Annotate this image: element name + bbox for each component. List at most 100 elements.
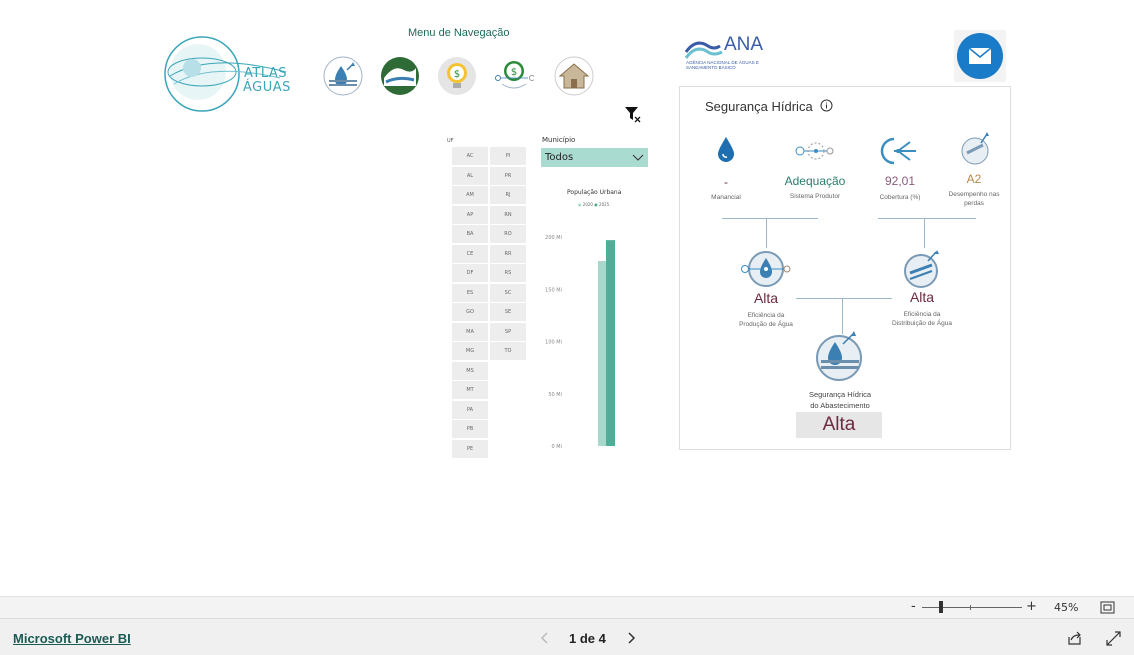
chart-legend: ● 2020 ● 2025 (578, 202, 610, 207)
bar-2025[interactable] (606, 240, 615, 446)
producao-label-line1: Eficiência da (747, 312, 785, 319)
uf-option-am[interactable]: AM (452, 186, 488, 204)
fit-to-page-icon[interactable] (1100, 601, 1115, 614)
logo-text-atlas: ATLAS (244, 66, 288, 81)
distribution-efficiency-icon (904, 250, 939, 288)
landscape-icon[interactable] (380, 56, 420, 96)
zoom-slider-tick (970, 605, 971, 610)
chevron-down-icon (632, 154, 644, 161)
fullscreen-icon[interactable] (1106, 631, 1121, 646)
uf-option-rr[interactable]: RR (490, 244, 526, 263)
uf-option-pa[interactable]: PA (452, 400, 488, 419)
manancial-label: Manancial (711, 194, 741, 201)
uf-option-rj[interactable]: RJ (490, 186, 526, 204)
production-system-icon (795, 142, 834, 160)
uf-option-pi[interactable]: PI (490, 147, 526, 165)
uf-option-mg[interactable]: MG (452, 342, 488, 360)
zoom-slider-track[interactable] (922, 607, 1022, 608)
municipio-dropdown[interactable]: Todos (541, 148, 648, 167)
uf-option-pb[interactable]: PB (452, 420, 488, 438)
municipio-value: Todos (545, 152, 574, 163)
uf-option-sc[interactable]: SC (490, 283, 526, 302)
perdas-label: Desempenho nas perdas (944, 190, 1004, 208)
cobertura-value: 92,01 (884, 174, 916, 188)
info-icon[interactable] (820, 99, 833, 112)
zoom-out-button[interactable]: - (911, 599, 916, 614)
y-tick-label: 0 Mi (552, 444, 562, 450)
svg-text:$: $ (454, 69, 460, 80)
ana-name: ANA (724, 34, 764, 55)
water-security-icon (816, 331, 862, 381)
uf-option-ac[interactable]: AC (452, 147, 488, 165)
connector-line (796, 298, 892, 299)
zoom-level: 45% (1054, 601, 1079, 614)
adequacao-value: Adequação (784, 174, 846, 188)
uf-option-ba[interactable]: BA (452, 225, 488, 243)
connector-line (878, 218, 976, 219)
share-icon[interactable] (1067, 631, 1082, 646)
zoom-in-button[interactable]: + (1026, 599, 1037, 614)
distribuicao-label-line2: Distribuição de Água (892, 320, 952, 327)
uf-option-ce[interactable]: CE (452, 244, 488, 263)
mail-icon (957, 33, 1003, 79)
nav-menu-title: Menu de Navegação (408, 27, 510, 39)
footer-bar: Microsoft Power BI 1 de 4 (0, 618, 1134, 655)
uf-option-ms[interactable]: MS (452, 361, 488, 380)
y-tick-label: 100 Mi (545, 340, 562, 346)
distribuicao-value: Alta (909, 289, 935, 305)
uf-option-se[interactable]: SE (490, 303, 526, 321)
perdas-label-line2: perdas (964, 200, 984, 207)
producao-label: Eficiência da Produção de Água (720, 311, 812, 329)
connector-line (722, 218, 818, 219)
production-efficiency-icon (741, 251, 791, 287)
money-network-icon[interactable]: $ (494, 56, 534, 96)
uf-option-al[interactable]: AL (452, 166, 488, 185)
page-indicator: 1 de 4 (569, 631, 606, 646)
panel-title: Segurança Hídrica (705, 99, 813, 114)
connector-line (766, 218, 767, 248)
previous-page-icon[interactable] (540, 632, 550, 644)
house-icon[interactable] (554, 56, 594, 96)
next-page-icon[interactable] (626, 632, 636, 644)
water-drop-icon (718, 137, 734, 162)
abastecimento-value: Alta (796, 412, 882, 438)
abastecimento-label-line1: Segurança Hídrica (808, 390, 872, 399)
uf-option-pe[interactable]: PE (452, 439, 488, 458)
uf-option-ap[interactable]: AP (452, 205, 488, 224)
logo-text-aguas: ÁGUAS (243, 80, 291, 95)
zoom-slider-thumb[interactable] (939, 601, 943, 613)
connector-line (924, 218, 925, 248)
uf-option-to[interactable]: TO (490, 342, 526, 360)
abastecimento-label-line2: do Abastecimento (810, 401, 870, 410)
zoom-bar: - + 45% (0, 596, 1134, 618)
water-security-icon[interactable] (323, 56, 363, 96)
coverage-icon (880, 137, 916, 165)
chart-title: População Urbana (567, 189, 622, 196)
uf-option-sp[interactable]: SP (490, 322, 526, 341)
uf-option-go[interactable]: GO (452, 303, 488, 321)
svg-text:$: $ (511, 67, 517, 78)
bar-2020[interactable] (598, 261, 607, 446)
lightbulb-money-icon[interactable]: $ (437, 56, 477, 96)
y-tick-label: 200 Mi (545, 235, 562, 241)
uf-option-rn[interactable]: RN (490, 205, 526, 224)
ana-subtitle: AGÊNCIA NACIONAL DE ÁGUAS E SANEAMENTO B… (686, 60, 759, 70)
uf-option-ma[interactable]: MA (452, 322, 488, 341)
y-tick-label: 50 Mi (548, 392, 562, 398)
legend-2020: 2020 (582, 202, 593, 207)
uf-option-pr[interactable]: PR (490, 166, 526, 185)
distribuicao-label-line1: Eficiência da (903, 311, 941, 318)
uf-option-ro[interactable]: RO (490, 225, 526, 243)
y-tick-label: 150 Mi (545, 287, 562, 293)
uf-option-mt[interactable]: MT (452, 381, 488, 399)
uf-option-es[interactable]: ES (452, 283, 488, 302)
legend-2025: 2025 (599, 202, 610, 207)
adequacao-label: Sistema Produtor (789, 193, 841, 200)
mail-button[interactable] (954, 30, 1006, 82)
power-bi-link[interactable]: Microsoft Power BI (13, 631, 131, 646)
clear-filter-icon[interactable] (624, 105, 642, 123)
municipio-label: Município (542, 136, 576, 144)
seguranca-hidrica-panel: Segurança Hídrica - Manancial Adequação … (679, 86, 1011, 450)
uf-option-rs[interactable]: RS (490, 264, 526, 282)
uf-option-df[interactable]: DF (452, 264, 488, 282)
